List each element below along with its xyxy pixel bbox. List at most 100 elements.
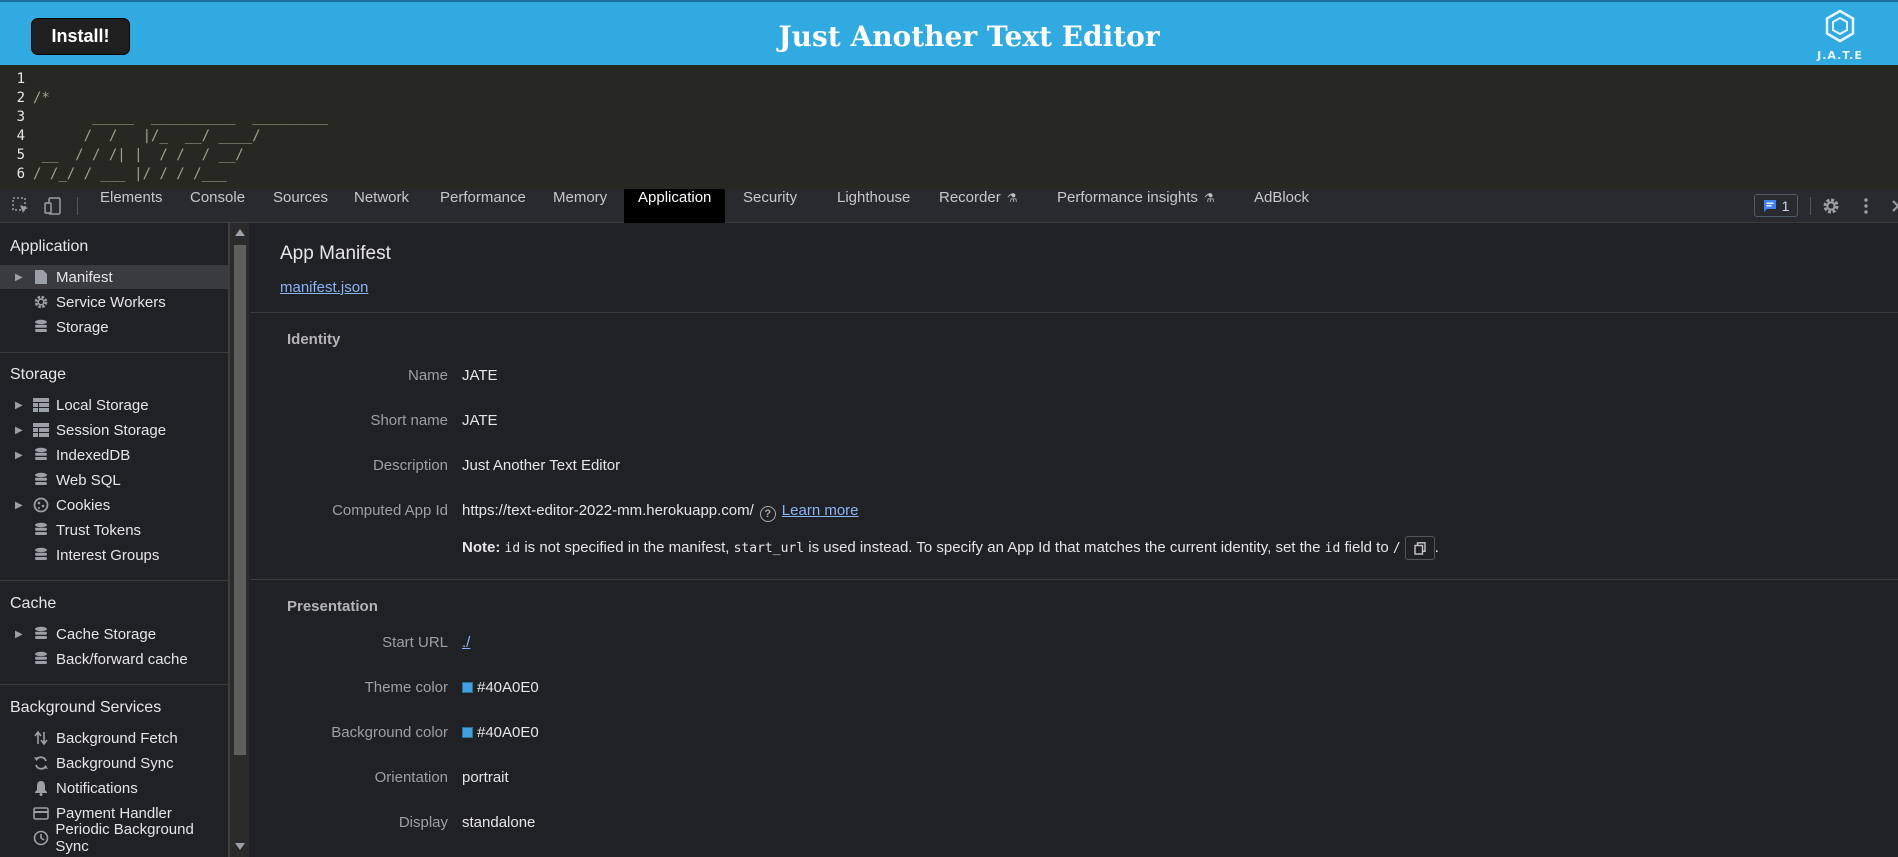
more-options-icon[interactable] <box>1856 196 1876 216</box>
sidebar-item-cache-storage[interactable]: ▶ Cache Storage <box>0 622 228 646</box>
help-icon[interactable]: ? <box>759 506 776 522</box>
inspect-element-icon[interactable] <box>11 196 31 216</box>
close-icon[interactable] <box>1888 196 1898 216</box>
database-icon <box>32 471 50 489</box>
flask-icon: ⚗ <box>1006 191 1018 205</box>
arrows-updown-icon <box>32 729 50 747</box>
sidebar-item-label: Back/forward cache <box>56 650 188 668</box>
gear-icon <box>32 293 50 311</box>
start-url-link[interactable]: ./ <box>462 634 470 651</box>
note-code: id <box>1324 540 1341 556</box>
bg-color-value: #40A0E0 <box>477 724 539 741</box>
theme-color-swatch[interactable] <box>462 682 473 693</box>
learn-more-link[interactable]: Learn more <box>782 502 859 519</box>
tab-recorder[interactable]: Recorder ⚗ <box>926 189 1030 223</box>
tab-sources[interactable]: Sources <box>260 189 341 223</box>
line-code: /* <box>33 90 50 106</box>
sidebar-section-application: Application <box>10 238 89 255</box>
editor-line: 5 __ / / /| | / / / __/ <box>0 147 1898 166</box>
theme-color-row: #40A0E0 <box>462 679 539 696</box>
sidebar-item-session-storage[interactable]: ▶ Session Storage <box>0 418 228 442</box>
clock-icon <box>32 829 50 847</box>
theme-color-value: #40A0E0 <box>477 679 539 696</box>
tab-console[interactable]: Console <box>177 189 258 223</box>
section-presentation-heading: Presentation <box>287 598 378 615</box>
sidebar-section-cache: Cache <box>10 595 57 612</box>
sidebar-section-storage: Storage <box>10 366 67 383</box>
database-icon <box>32 521 50 539</box>
sidebar-item-indexeddb[interactable]: ▶ IndexedDB <box>0 443 228 467</box>
sync-icon <box>32 754 50 772</box>
expand-arrow-icon[interactable]: ▶ <box>15 400 27 411</box>
tab-performance[interactable]: Performance <box>427 189 539 223</box>
manifest-panel: App Manifest manifest.json Identity Name… <box>250 223 1898 857</box>
sidebar-item-label: IndexedDB <box>56 446 131 464</box>
copy-button[interactable] <box>1404 536 1435 560</box>
sidebar-item-local-storage[interactable]: ▶ Local Storage <box>0 393 228 417</box>
expand-arrow-icon[interactable]: ▶ <box>15 500 27 511</box>
line-number: 2 <box>16 90 25 106</box>
sidebar-item-back-forward-cache[interactable]: Back/forward cache <box>0 647 228 671</box>
line-number: 1 <box>16 71 25 87</box>
logo-text: J.A.T.E <box>1817 49 1863 62</box>
tab-lighthouse[interactable]: Lighthouse <box>824 189 923 223</box>
messages-badge[interactable]: 1 <box>1754 194 1798 217</box>
sidebar-item-background-sync[interactable]: Background Sync <box>0 751 228 775</box>
sidebar-item-cookies[interactable]: ▶ Cookies <box>0 493 228 517</box>
tab-security[interactable]: Security <box>730 189 810 223</box>
sidebar-item-label: Trust Tokens <box>56 521 142 539</box>
tab-adblock[interactable]: AdBlock <box>1241 189 1322 223</box>
settings-gear-icon[interactable] <box>1821 196 1841 216</box>
cookie-icon <box>32 496 50 514</box>
tab-network[interactable]: Network <box>341 189 422 223</box>
theme-color-label: Theme color <box>364 679 448 696</box>
device-toolbar-icon[interactable] <box>43 196 63 216</box>
table-icon <box>32 421 50 439</box>
app-id-note: Note: id is not specified in the manifes… <box>462 536 1439 560</box>
tab-performance-insights[interactable]: Performance insights ⚗ <box>1044 189 1228 223</box>
tab-application[interactable]: Application <box>624 189 726 223</box>
sidebar-item-manifest[interactable]: ▶ Manifest <box>0 265 228 289</box>
description-label: Description <box>372 457 448 474</box>
line-code: / /_/ / ___ |/ / / /___ <box>33 166 227 182</box>
sidebar-item-background-fetch[interactable]: Background Fetch <box>0 726 228 750</box>
tab-elements[interactable]: Elements <box>87 189 176 223</box>
bg-color-label: Background color <box>331 724 448 741</box>
tab-memory[interactable]: Memory <box>540 189 620 223</box>
bg-color-swatch[interactable] <box>462 727 473 738</box>
sidebar-item-storage[interactable]: Storage <box>0 315 228 339</box>
line-number: 3 <box>16 109 25 125</box>
sidebar-scrollbar[interactable] <box>229 223 249 857</box>
message-count: 1 <box>1781 197 1790 214</box>
sidebar-item-label: Local Storage <box>56 396 149 414</box>
scroll-up-icon[interactable] <box>235 229 245 236</box>
display-label: Display <box>398 814 448 831</box>
sidebar-item-web-sql[interactable]: Web SQL <box>0 468 228 492</box>
sidebar-item-trust-tokens[interactable]: Trust Tokens <box>0 518 228 542</box>
scroll-down-icon[interactable] <box>235 843 245 850</box>
expand-arrow-icon[interactable]: ▶ <box>15 425 27 436</box>
line-code: __ / / /| | / / / __/ <box>33 147 244 163</box>
editor-line: 3 _____ __________ _________ <box>0 109 1898 128</box>
line-code: / / |/_ __/ ____/ <box>33 128 261 144</box>
sidebar-item-notifications[interactable]: Notifications <box>0 776 228 800</box>
display-value: standalone <box>462 814 536 831</box>
logo-icon <box>1825 9 1855 43</box>
app-id-value: https://text-editor-2022-mm.herokuapp.co… <box>462 502 754 519</box>
sidebar-item-interest-groups[interactable]: Interest Groups <box>0 543 228 567</box>
manifest-json-link[interactable]: manifest.json <box>280 279 368 296</box>
app-logo: J.A.T.E <box>1810 9 1870 65</box>
expand-arrow-icon[interactable]: ▶ <box>15 272 27 283</box>
expand-arrow-icon[interactable]: ▶ <box>15 450 27 461</box>
code-editor[interactable]: 1 2 /* 3 _____ __________ _________ 4 / /… <box>0 65 1898 189</box>
sidebar-item-periodic-background-sync[interactable]: Periodic Background Sync <box>0 821 228 855</box>
line-number: 5 <box>16 147 25 163</box>
app-header: Install! Just Another Text Editor J.A.T.… <box>0 0 1898 65</box>
sidebar-item-service-workers[interactable]: Service Workers <box>0 290 228 314</box>
table-icon <box>32 396 50 414</box>
line-code: _____ __________ _________ <box>33 109 329 125</box>
description-value: Just Another Text Editor <box>462 457 621 474</box>
editor-line: 1 <box>0 71 1898 90</box>
sidebar-scrollbar-thumb[interactable] <box>234 245 246 755</box>
expand-arrow-icon[interactable]: ▶ <box>15 629 27 640</box>
